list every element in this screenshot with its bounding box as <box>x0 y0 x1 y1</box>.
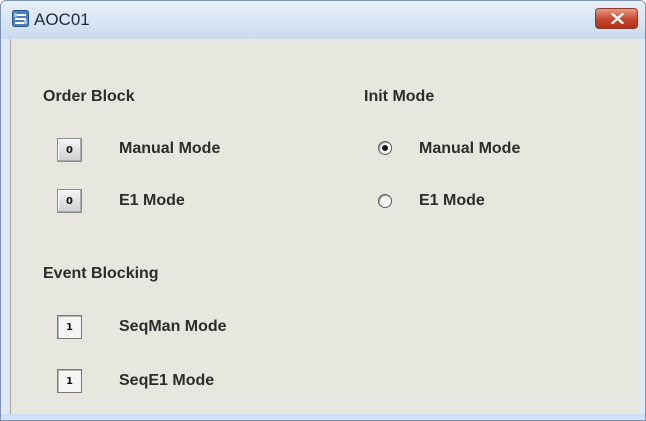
order-block-manual-indicator[interactable]: 0 <box>57 138 82 162</box>
init-mode-manual-radio[interactable] <box>378 141 392 155</box>
window-title: AOC01 <box>34 10 90 29</box>
dialog-content: Order Block 0 Manual Mode 0 E1 Mode Init… <box>10 39 639 414</box>
dialog-window: AOC01 Order Block 0 Manual Mode 0 E1 Mod… <box>0 0 646 421</box>
init-mode-e1-radio[interactable] <box>378 194 392 208</box>
window-app-icon <box>12 10 29 27</box>
radio-selected-dot <box>382 145 388 151</box>
title-bar[interactable]: AOC01 <box>1 1 645 39</box>
order-block-e1-indicator[interactable]: 0 <box>57 189 82 213</box>
event-blocking-seqman-indicator[interactable]: 1 <box>57 315 82 339</box>
init-mode-e1-label[interactable]: E1 Mode <box>419 192 485 210</box>
order-block-e1-label: E1 Mode <box>119 192 185 209</box>
event-blocking-seqman-label: SeqMan Mode <box>119 318 227 335</box>
event-blocking-seqe1-indicator[interactable]: 1 <box>57 369 82 393</box>
init-mode-manual-label[interactable]: Manual Mode <box>419 140 520 158</box>
event-blocking-heading: Event Blocking <box>43 265 159 282</box>
window-bottom-border <box>1 414 645 420</box>
event-blocking-seqe1-label: SeqE1 Mode <box>119 372 215 389</box>
order-block-heading: Order Block <box>43 88 135 105</box>
init-mode-heading: Init Mode <box>364 88 435 105</box>
close-x-icon <box>611 13 624 24</box>
close-button[interactable] <box>595 8 638 29</box>
order-block-manual-label: Manual Mode <box>119 140 221 157</box>
